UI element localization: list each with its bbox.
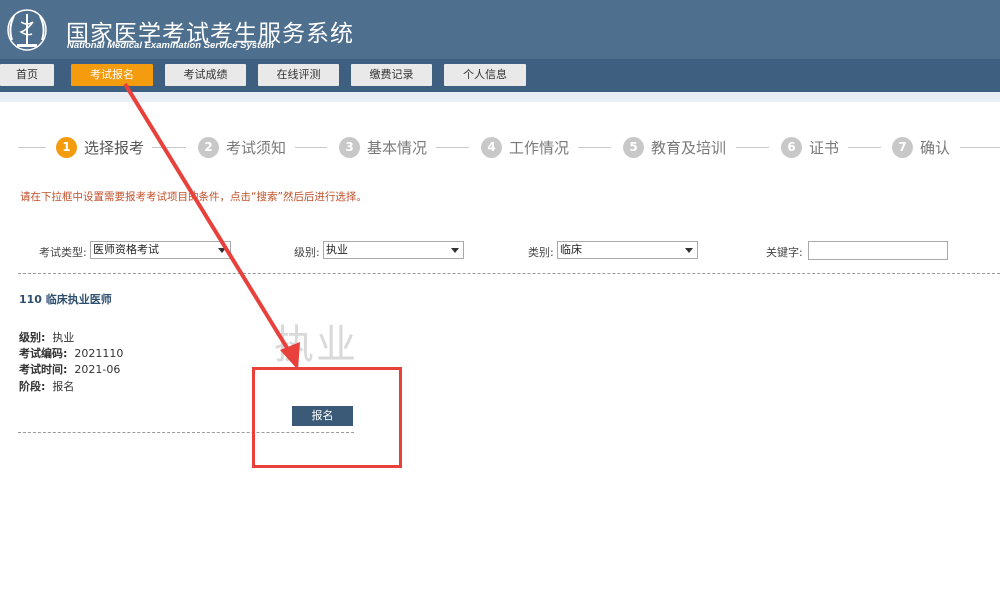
- keyword-label: 关键字:: [766, 246, 803, 259]
- highlight-box: [252, 367, 402, 468]
- divider: [18, 273, 1000, 274]
- step-label: 证书: [809, 138, 840, 157]
- exam-type-select[interactable]: 医师资格考试: [90, 241, 231, 259]
- step-connector: [18, 147, 46, 148]
- exam-code-label: 考试编码:: [19, 347, 68, 360]
- step-exam-notice: 2 考试须知: [198, 134, 286, 160]
- step-label: 教育及培训: [651, 138, 727, 157]
- keyword-input[interactable]: [808, 241, 948, 260]
- step-number: 5: [623, 136, 644, 158]
- registration-steps: 1 选择报考 2 考试须知 3 基本情况 4 工作情况 5 教育及培训 6 证书…: [18, 134, 1000, 160]
- step-number: 1: [56, 136, 77, 158]
- step-number: 2: [198, 136, 219, 158]
- level-label: 级别:: [294, 246, 320, 259]
- exam-code-value: 2021110: [74, 347, 124, 360]
- level-watermark: 执业: [274, 322, 358, 368]
- exam-level: 级别: 执业: [19, 329, 74, 345]
- step-number: 6: [781, 136, 802, 158]
- exam-time-label: 考试时间:: [19, 363, 68, 376]
- exam-stage: 阶段: 报名: [19, 378, 74, 394]
- main-nav: 首页 考试报名 考试成绩 在线评测 缴费记录 个人信息: [0, 59, 1000, 92]
- step-basic-info: 3 基本情况: [339, 134, 427, 160]
- exam-title: 110 临床执业医师: [19, 293, 112, 306]
- tab-online-assessment[interactable]: 在线评测: [258, 64, 339, 86]
- exam-level-label: 级别:: [19, 331, 46, 344]
- exam-stage-label: 阶段:: [19, 380, 46, 393]
- step-select-exam: 1 选择报考: [56, 134, 144, 160]
- category-value: 临床: [560, 243, 582, 256]
- app-subtitle: National Medical Examination Service Sys…: [67, 40, 274, 51]
- step-connector: [578, 147, 611, 148]
- exam-stage-value: 报名: [52, 380, 75, 393]
- exam-time: 考试时间: 2021-06: [19, 361, 120, 377]
- step-confirm: 7 确认: [892, 134, 950, 160]
- step-connector: [960, 147, 1000, 148]
- step-label: 考试须知: [226, 138, 287, 157]
- exam-level-value: 执业: [52, 331, 75, 344]
- tab-exam-registration[interactable]: 考试报名: [71, 64, 153, 86]
- step-number: 3: [339, 136, 360, 158]
- exam-type-value: 医师资格考试: [93, 243, 159, 256]
- step-label: 基本情况: [367, 138, 428, 157]
- step-connector: [295, 147, 327, 148]
- content-top-strip: [0, 92, 1000, 102]
- chevron-down-icon: [685, 248, 693, 253]
- step-connector: [436, 147, 469, 148]
- step-connector: [848, 147, 881, 148]
- step-number: 4: [481, 136, 502, 158]
- step-education-training: 5 教育及培训: [623, 134, 726, 160]
- step-label: 选择报考: [84, 138, 145, 157]
- tab-exam-scores[interactable]: 考试成绩: [165, 64, 246, 86]
- tab-home[interactable]: 首页: [0, 64, 54, 86]
- category-select[interactable]: 临床: [557, 241, 698, 259]
- step-label: 确认: [920, 138, 951, 157]
- step-connector: [152, 147, 186, 148]
- exam-type-label: 考试类型:: [39, 246, 87, 259]
- level-select[interactable]: 执业: [323, 241, 464, 259]
- tab-personal-info[interactable]: 个人信息: [444, 64, 526, 86]
- step-work-info: 4 工作情况: [481, 134, 569, 160]
- chevron-down-icon: [218, 248, 226, 253]
- emblem-logo-icon: [7, 9, 47, 51]
- step-certificate: 6 证书: [781, 134, 839, 160]
- exam-code: 考试编码: 2021110: [19, 345, 123, 361]
- main-content: [0, 102, 1000, 605]
- category-label: 类别:: [528, 246, 554, 259]
- exam-time-value: 2021-06: [74, 363, 121, 376]
- chevron-down-icon: [451, 248, 459, 253]
- step-connector: [736, 147, 769, 148]
- tab-payment-records[interactable]: 缴费记录: [351, 64, 432, 86]
- step-label: 工作情况: [509, 138, 570, 157]
- step-number: 7: [892, 136, 913, 158]
- level-value: 执业: [326, 243, 348, 256]
- search-hint: 请在下拉框中设置需要报考考试项目的条件，点击“搜索”然后后进行选择。: [20, 191, 367, 203]
